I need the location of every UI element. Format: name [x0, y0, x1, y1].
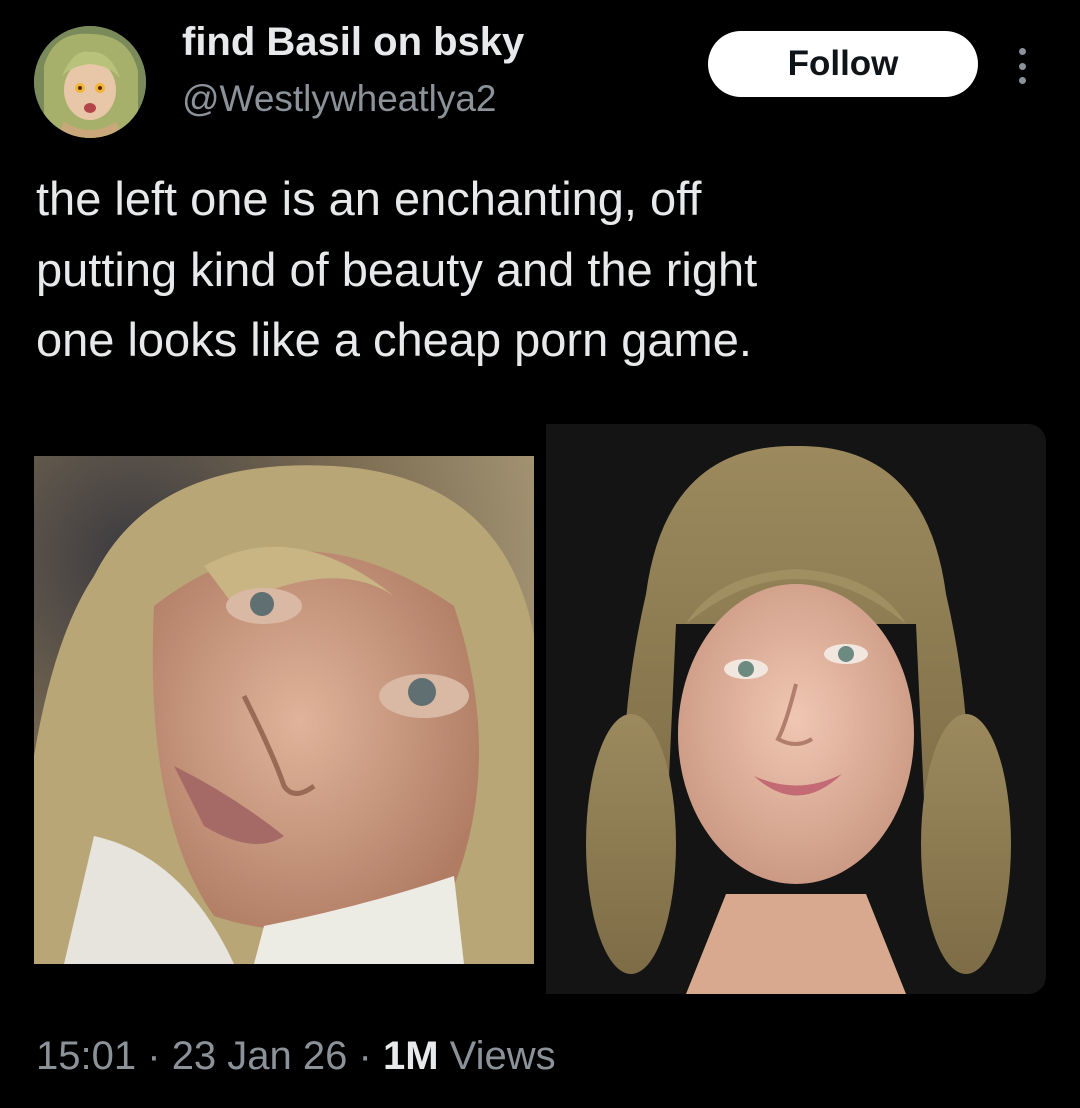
- more-dot: [1018, 48, 1026, 55]
- right-portrait-image: [546, 424, 1046, 994]
- meta-separator: ·: [147, 1034, 161, 1078]
- tweet-text-line: putting kind of beauty and the right: [36, 242, 758, 296]
- follow-button[interactable]: Follow: [708, 31, 978, 97]
- tweet-time[interactable]: 15:01: [36, 1034, 136, 1078]
- left-portrait-photo[interactable]: [34, 456, 534, 964]
- meta-separator: ·: [358, 1034, 372, 1078]
- views-count: 1M: [382, 1034, 439, 1078]
- tweet-text-line: one looks like a cheap porn game.: [36, 313, 752, 366]
- more-options-icon[interactable]: [1008, 44, 1036, 88]
- tweet-text: the left one is an enchanting, off putti…: [36, 164, 1036, 376]
- views-label: Views: [449, 1034, 556, 1078]
- right-portrait-render[interactable]: [546, 424, 1046, 994]
- more-dot: [1018, 77, 1026, 84]
- user-handle[interactable]: @Westlywheatlya2: [182, 78, 497, 120]
- avatar[interactable]: [34, 26, 146, 138]
- tweet-date[interactable]: 23 Jan 26: [172, 1034, 348, 1078]
- tweet-text-line: the left one is an enchanting, off: [36, 172, 702, 225]
- display-name[interactable]: find Basil on bsky: [182, 20, 524, 65]
- left-portrait-image: [34, 456, 534, 964]
- tweet-meta: 15:01 · 23 Jan 26 · 1M Views: [36, 1034, 556, 1079]
- more-dot: [1018, 62, 1026, 70]
- avatar-illustration-icon: [34, 26, 146, 138]
